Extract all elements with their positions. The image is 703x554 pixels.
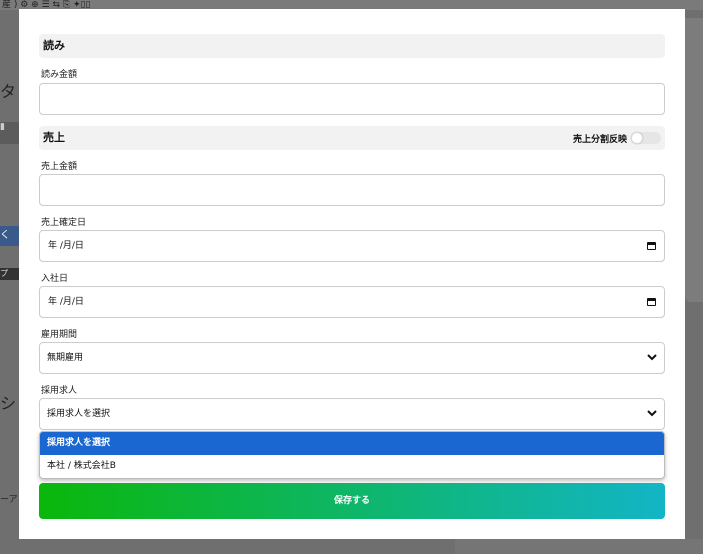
- background-card: [685, 18, 703, 302]
- background-fragment: ーア: [0, 495, 18, 505]
- sales-confirm-date-label: 売上確定日: [41, 218, 87, 228]
- sales-amount-label: 売上金額: [41, 162, 78, 172]
- reading-amount-input[interactable]: [39, 83, 665, 115]
- background-fragment: タ: [0, 82, 17, 101]
- job-posting-select[interactable]: 採用求人を選択: [39, 398, 665, 430]
- calendar-icon[interactable]: [647, 298, 656, 306]
- calendar-icon[interactable]: [647, 242, 656, 250]
- join-date-value: 年 /月/日: [48, 297, 84, 307]
- job-posting-option[interactable]: 本社 / 株式会社B: [40, 455, 664, 478]
- sales-split-toggle-label: 売上分割反映: [572, 134, 627, 145]
- background-fragment: ▮: [0, 122, 20, 144]
- join-date-input[interactable]: 年 /月/日: [39, 286, 665, 318]
- save-button[interactable]: 保存する: [39, 483, 665, 519]
- background-fragment: シ: [0, 394, 17, 413]
- section-sales-header: 売上 売上分割反映: [39, 126, 665, 150]
- section-reading-title: 読み: [43, 39, 65, 52]
- job-posting-option[interactable]: 採用求人を選択: [40, 432, 664, 455]
- sales-confirm-date-input[interactable]: 年 /月/日: [39, 230, 665, 262]
- sales-split-toggle[interactable]: [631, 132, 661, 144]
- employment-period-value: 無期雇用: [47, 353, 84, 363]
- section-reading-header: 読み: [39, 34, 665, 58]
- sales-split-toggle-group: 売上分割反映: [573, 126, 661, 150]
- chevron-down-icon: [647, 354, 657, 361]
- background-fragment: く: [0, 226, 20, 246]
- reading-amount-label: 読み金額: [41, 70, 78, 80]
- join-date-label: 入社日: [41, 274, 69, 284]
- job-posting-dropdown: 採用求人を選択 本社 / 株式会社B: [39, 431, 665, 479]
- employment-period-label: 雇用期間: [41, 330, 78, 340]
- sales-edit-modal: 読み 読み金額 売上 売上分割反映 売上金額 売上確定日 年 /月/日 入社日 …: [19, 9, 685, 539]
- employment-period-select[interactable]: 無期雇用: [39, 342, 665, 374]
- chevron-down-icon: [647, 410, 657, 417]
- job-posting-label: 採用求人: [41, 386, 78, 396]
- sales-confirm-date-value: 年 /月/日: [48, 241, 84, 251]
- background-fragment: プ: [0, 268, 20, 280]
- background-panel: [455, 539, 703, 554]
- toggle-knob: [631, 132, 643, 144]
- sales-amount-input[interactable]: [39, 174, 665, 206]
- section-sales-title: 売上: [43, 131, 65, 144]
- job-posting-value: 採用求人を選択: [47, 409, 111, 419]
